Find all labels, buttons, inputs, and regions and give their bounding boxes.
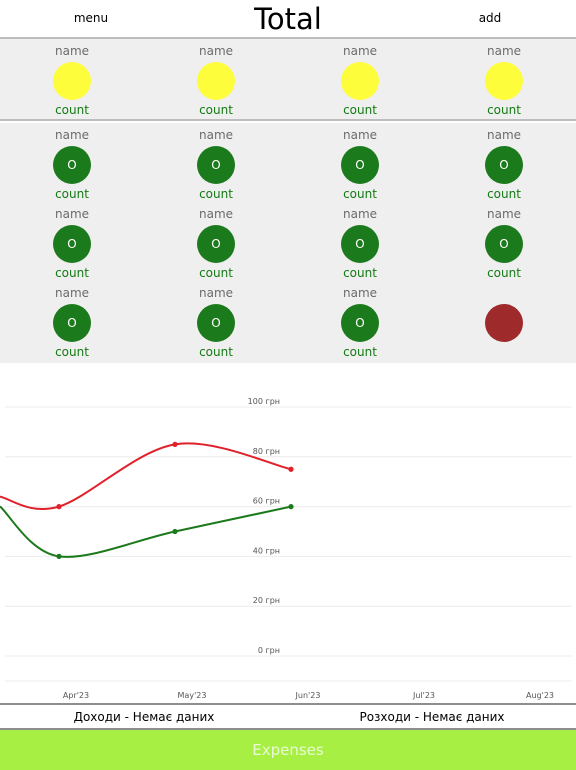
top-bar: menu Total add (0, 0, 576, 39)
data-point (288, 466, 294, 472)
y-tick-label: 40 грн (253, 546, 280, 555)
account-item[interactable]: name count (444, 39, 564, 118)
category-item[interactable]: name Ocount (156, 281, 276, 360)
item-name: name (198, 207, 234, 221)
category-item[interactable]: name Ocount (12, 123, 132, 202)
item-count: count (487, 103, 521, 117)
account-icon (197, 62, 235, 100)
y-tick-label: 60 грн (253, 497, 280, 506)
x-tick-label: Jun'23 (295, 691, 321, 700)
data-point (56, 504, 62, 510)
add-button[interactable]: add (455, 11, 525, 25)
item-count: count (55, 345, 89, 359)
data-point (172, 441, 178, 447)
item-name: name (54, 44, 90, 58)
category-icon: O (197, 225, 235, 263)
balance-chart: 100 грн 80 грн 60 грн 40 грн 20 грн 0 грн Apr'… (0, 363, 576, 703)
expenses-button[interactable]: Expenses (0, 730, 576, 770)
item-name: name (342, 128, 378, 142)
x-tick-label: Apr'23 (63, 691, 89, 700)
item-name: name (342, 44, 378, 58)
item-count: count (55, 266, 89, 280)
category-icon: O (197, 146, 235, 184)
category-item[interactable]: name Ocount (300, 123, 420, 202)
item-name: name (54, 128, 90, 142)
item-name: name (486, 207, 522, 221)
category-icon: O (485, 225, 523, 263)
category-icon: O (53, 146, 91, 184)
x-tick-label: Aug'23 (526, 691, 554, 700)
category-item[interactable]: name Ocount (444, 202, 564, 281)
menu-button[interactable]: menu (56, 11, 126, 25)
x-tick-label: Jul'23 (412, 691, 435, 700)
item-name: name (198, 128, 234, 142)
data-point (172, 528, 178, 535)
summary-bar: Доходи - Немає даних Розходи - Немає дан… (0, 703, 576, 730)
item-name: name (54, 286, 90, 300)
y-tick-label: 0 грн (258, 646, 280, 655)
category-item[interactable]: name Ocount (12, 202, 132, 281)
item-name: name (486, 128, 522, 142)
category-item[interactable]: name Ocount (12, 281, 132, 360)
category-item[interactable]: name Ocount (300, 202, 420, 281)
chart-svg: 100 грн 80 грн 60 грн 40 грн 20 грн 0 грн Apr'… (0, 397, 572, 700)
series-line (0, 442, 292, 511)
data-point (56, 553, 62, 559)
y-tick-label: 20 грн (253, 596, 280, 605)
category-item[interactable]: name Ocount (300, 281, 420, 360)
account-item[interactable]: name count (156, 39, 276, 118)
category-item[interactable]: name Ocount (444, 123, 564, 202)
category-icon: O (341, 146, 379, 184)
account-icon (485, 62, 523, 100)
account-icon (53, 62, 91, 100)
account-item[interactable]: name count (300, 39, 420, 118)
item-name: name (342, 286, 378, 300)
income-summary: Доходи - Немає даних (73, 710, 215, 724)
add-category-icon[interactable] (485, 304, 523, 342)
category-item[interactable]: name Ocount (156, 123, 276, 202)
item-count: count (343, 187, 377, 201)
item-count: count (487, 266, 521, 280)
item-name: name (486, 44, 522, 58)
item-name: name (198, 44, 234, 58)
account-item[interactable]: name count (12, 39, 132, 118)
x-tick-label: May'23 (178, 691, 207, 700)
y-tick-label: 100 грн (248, 397, 280, 406)
category-item[interactable]: name Ocount (156, 202, 276, 281)
item-name: name (54, 207, 90, 221)
add-category-item[interactable] (444, 281, 564, 360)
item-count: count (487, 187, 521, 201)
item-count: count (199, 187, 233, 201)
item-count: count (343, 345, 377, 359)
data-point (288, 504, 294, 510)
series-line (0, 505, 292, 558)
category-icon: O (197, 304, 235, 342)
item-count: count (343, 103, 377, 117)
item-count: count (199, 345, 233, 359)
item-count: count (343, 266, 377, 280)
categories-panel: name Ocount name Ocount name Ocount name Ocount… (0, 123, 576, 363)
accounts-panel: name count name count name count name count (0, 39, 576, 121)
category-icon: O (485, 146, 523, 184)
item-name: name (198, 286, 234, 300)
y-tick-label: 80 грн (253, 447, 280, 456)
category-icon: O (341, 225, 379, 263)
item-count: count (55, 103, 89, 117)
category-icon: O (341, 304, 379, 342)
category-icon: O (53, 304, 91, 342)
item-count: count (199, 103, 233, 117)
item-count: count (199, 266, 233, 280)
item-name: name (342, 207, 378, 221)
account-icon (341, 62, 379, 100)
category-icon: O (53, 225, 91, 263)
item-count: count (55, 187, 89, 201)
expenses-summary: Розходи - Немає даних (359, 710, 505, 724)
